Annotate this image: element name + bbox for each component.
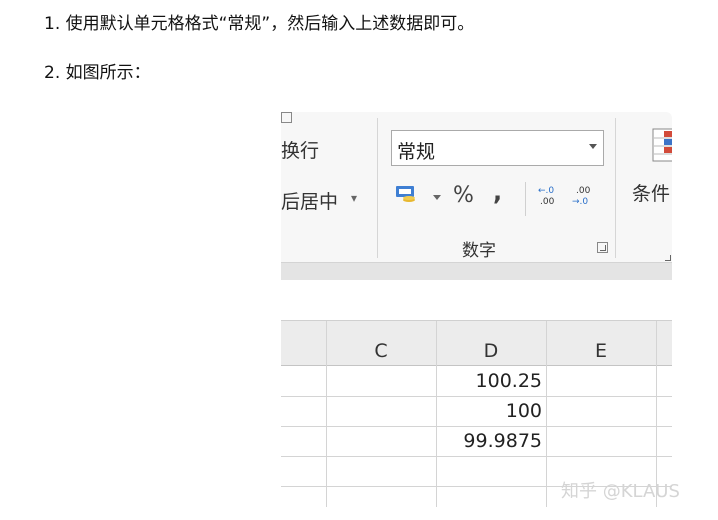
conditional-format-icon[interactable] xyxy=(652,128,672,162)
excel-screenshot: 换行 后居中 ▾ 常规 % , ←.0 .00 .00 →.0 数字 条件 C … xyxy=(281,112,672,507)
column-divider xyxy=(656,321,657,367)
cell-e3[interactable] xyxy=(546,426,652,456)
currency-format-icon[interactable] xyxy=(395,184,417,204)
wrap-text-button[interactable]: 换行 xyxy=(281,136,319,163)
cell-e1[interactable] xyxy=(546,366,652,396)
cell-d3[interactable]: 99.9875 xyxy=(436,426,542,456)
increase-decimal-bottom: .00 xyxy=(540,197,555,206)
percent-style-button[interactable]: % xyxy=(453,183,474,208)
decrease-decimal-bottom: →.0 xyxy=(572,197,588,206)
cell-c2[interactable] xyxy=(326,396,432,426)
cell-e2[interactable] xyxy=(546,396,652,426)
increase-decimal-top: ←.0 xyxy=(538,186,554,196)
decrease-decimal-top: .00 xyxy=(576,186,591,196)
comma-style-button[interactable]: , xyxy=(493,178,502,206)
group-divider xyxy=(377,118,378,258)
formula-bar-area xyxy=(281,280,672,320)
column-header-c[interactable]: C xyxy=(326,321,436,367)
column-header-e[interactable]: E xyxy=(546,321,656,367)
number-group-label: 数字 xyxy=(462,241,496,261)
ribbon-bottom-border xyxy=(281,262,672,280)
decrease-decimal-icon[interactable]: .00 →.0 xyxy=(572,184,596,206)
cell-c4[interactable] xyxy=(326,456,432,486)
column-header-d[interactable]: D xyxy=(436,321,546,367)
watermark: 知乎 @KLAUS xyxy=(561,481,680,502)
cell-c1[interactable] xyxy=(326,366,432,396)
group-divider xyxy=(615,118,616,258)
number-dialog-launcher-icon[interactable] xyxy=(597,242,608,253)
number-format-select[interactable]: 常规 xyxy=(391,130,604,166)
ribbon: 换行 后居中 ▾ 常规 % , ←.0 .00 .00 →.0 数字 条件 xyxy=(281,112,672,262)
cell-d4[interactable] xyxy=(436,456,542,486)
conditional-format-button[interactable]: 条件 xyxy=(632,179,670,206)
cell-d1[interactable]: 100.25 xyxy=(436,366,542,396)
alignment-dialog-launcher-icon[interactable] xyxy=(281,112,292,123)
column-header-row: C D E xyxy=(281,320,672,367)
instruction-step-2: 2. 如图所示： xyxy=(44,63,151,83)
merge-center-button[interactable]: 后居中 xyxy=(281,187,338,214)
cell-c3[interactable] xyxy=(326,426,432,456)
cell-d2[interactable]: 100 xyxy=(436,396,542,426)
chevron-down-icon xyxy=(589,144,597,149)
chevron-down-icon[interactable] xyxy=(433,195,441,200)
chevron-down-icon[interactable]: ▾ xyxy=(351,191,357,205)
increase-decimal-icon[interactable]: ←.0 .00 xyxy=(538,184,562,206)
number-format-value: 常规 xyxy=(397,141,436,163)
instruction-step-1: 1. 使用默认单元格格式“常规”，然后输入上述数据即可。 xyxy=(44,14,475,34)
divider xyxy=(525,182,526,216)
